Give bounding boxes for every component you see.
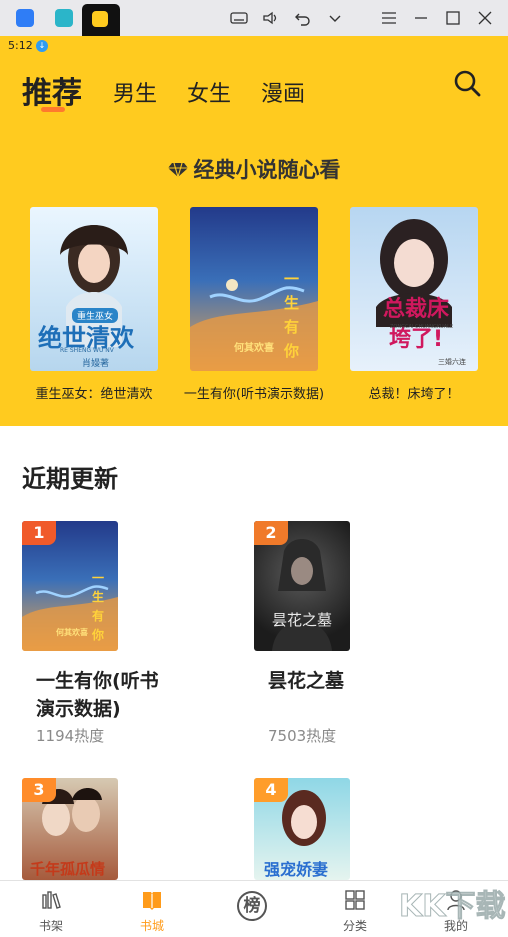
rank-badge: 4 (254, 778, 288, 802)
featured-title-text: 经典小说随心看 (193, 158, 341, 182)
nav-ranking[interactable]: 榜 (224, 881, 284, 937)
recent-book-name-1[interactable]: 一生有你(听书 演示数据) (36, 667, 159, 723)
undo-icon[interactable] (294, 9, 312, 27)
menu-icon[interactable] (380, 9, 398, 27)
book-name-line: 演示数据) (36, 698, 121, 720)
system-title-bar (0, 0, 508, 36)
cover-subtitle-text: RE SHENG WU NV (60, 347, 114, 354)
diamond-icon (167, 162, 188, 178)
cover-author-text: 何其欢喜 (56, 628, 88, 637)
featured-book-cover-2[interactable]: 一生有你 何其欢喜 (190, 207, 318, 371)
recent-section-title: 近期更新 (22, 465, 118, 493)
active-tab-indicator (41, 107, 65, 112)
ranking-icon-text: 榜 (243, 896, 261, 916)
cover-subtitle-text: ZONGCAI CHUANGKUALE (390, 324, 454, 330)
nav-bookshelf[interactable]: 书架 (21, 881, 81, 937)
ranking-icon: 榜 (237, 891, 267, 921)
nav-category[interactable]: 分类 (325, 881, 385, 937)
tab-recommend[interactable]: 推荐 (22, 68, 82, 112)
recent-book-heat-1: 1194热度 (36, 727, 105, 745)
cover-author-text: 肖嫚著 (82, 359, 110, 369)
nav-label: 书城 (139, 919, 164, 933)
featured-section-title: 经典小说随心看 (0, 154, 508, 184)
volume-icon[interactable] (262, 9, 280, 27)
maximize-icon[interactable] (444, 9, 462, 27)
recent-book-cover-3[interactable]: 3 千年孤瓜情 (22, 778, 118, 880)
cover-title-text: 一生有你 (284, 270, 300, 360)
featured-book-cover-3[interactable]: 总裁床垮了! ZONGCAI CHUANGKUALE 三婚六连 (350, 207, 478, 371)
close-icon[interactable] (476, 9, 494, 27)
featured-book-title-1[interactable]: 重生巫女：绝世清欢 (23, 383, 165, 402)
cover-title-text: 千年孤瓜情 (30, 860, 106, 878)
bookstore-icon (143, 892, 161, 910)
recent-book-cover-2[interactable]: 2 昙花之墓 (254, 521, 350, 651)
recent-book-cover-1[interactable]: 1 一生有你 何其欢喜 (22, 521, 118, 651)
app-tab-icon-2[interactable] (55, 9, 73, 27)
featured-book-cover-1[interactable]: 重生巫女 绝世清欢 RE SHENG WU NV 肖嫚著 (30, 207, 158, 371)
category-icon (345, 890, 365, 910)
keyboard-icon[interactable] (230, 9, 248, 27)
recent-book-heat-2: 7503热度 (268, 727, 337, 745)
status-bar: 5:12 ↓ (0, 36, 508, 58)
book-name-line: 昙花之墓 (268, 670, 345, 692)
nav-bookstore[interactable]: 书城 (122, 881, 182, 937)
tab-female[interactable]: 女生 (187, 76, 231, 108)
chevron-down-icon[interactable] (326, 9, 344, 27)
nav-label: 分类 (342, 919, 367, 933)
rank-badge: 2 (254, 521, 288, 545)
cover-title-text: 强宠娇妻 (264, 860, 329, 879)
watermark-logo: KK下载 (399, 889, 507, 925)
watermark-text: KK下载 (399, 889, 506, 924)
notification-icon: ↓ (36, 40, 48, 52)
recent-book-cover-4[interactable]: 4 强宠娇妻 (254, 778, 350, 880)
book-name-line: 一生有你(听书 (36, 670, 159, 692)
nav-label: 书架 (38, 919, 63, 933)
cover-title-text: 一生有你 (92, 571, 105, 642)
search-icon[interactable] (452, 68, 482, 98)
rank-badge: 3 (22, 778, 56, 802)
cover-author-text: 何其欢喜 (234, 343, 274, 354)
recent-book-name-2[interactable]: 昙花之墓 (268, 667, 344, 695)
minimize-icon[interactable] (412, 9, 430, 27)
featured-book-title-2[interactable]: 一生有你(听书演示数据) (183, 383, 325, 402)
app-tab-icon-3[interactable] (92, 11, 108, 27)
app-tab-icon-1[interactable] (16, 9, 34, 27)
bookshelf-icon (42, 891, 61, 909)
rank-badge: 1 (22, 521, 56, 545)
tab-male[interactable]: 男生 (113, 76, 157, 108)
tab-comic[interactable]: 漫画 (261, 76, 305, 108)
featured-book-title-3[interactable]: 总裁！床垮了！ (343, 383, 485, 402)
cover-title-text: 昙花之墓 (271, 611, 332, 629)
cover-author-text: 三婚六连 (438, 358, 466, 366)
status-time: 5:12 (8, 39, 33, 52)
